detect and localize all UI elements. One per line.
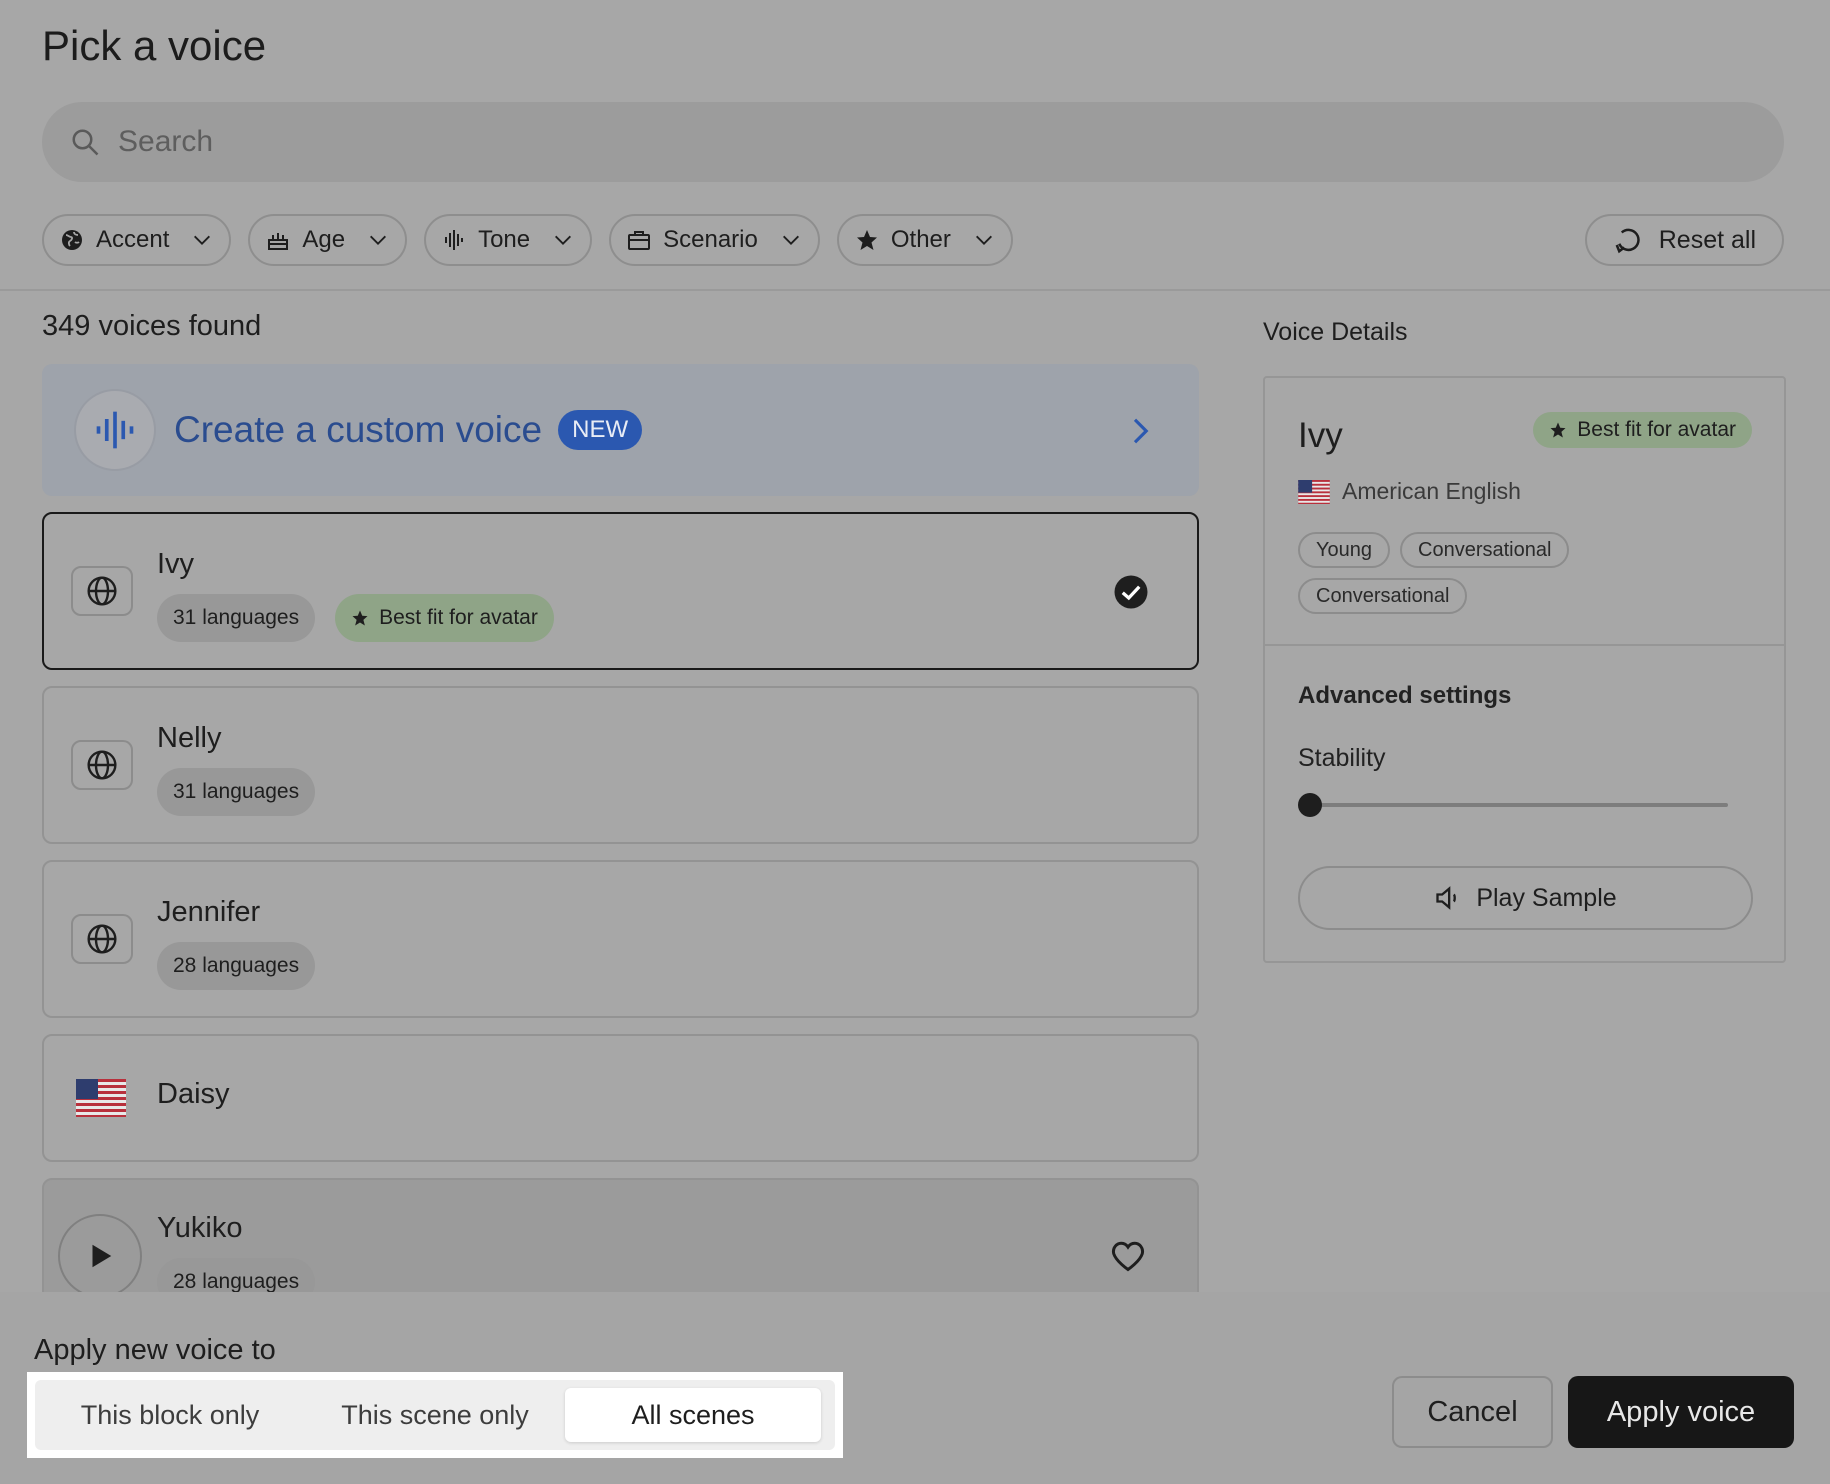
languages-badge: 28 languages: [157, 1258, 316, 1292]
apply-to-label: Apply new voice to: [34, 1334, 276, 1366]
star-icon: [856, 230, 877, 250]
voice-name: Daisy: [157, 1078, 230, 1110]
filter-scenario-label: Scenario: [663, 226, 758, 253]
chevron-right-icon: [1133, 418, 1149, 444]
chevron-down-icon: [975, 235, 992, 245]
detail-accent-label: American English: [1342, 478, 1521, 504]
slider-handle[interactable]: [1298, 793, 1322, 817]
dialog-title: Pick a voice: [42, 22, 267, 69]
play-sample-button[interactable]: Play Sample: [1298, 866, 1753, 930]
voice-details-title: Voice Details: [1263, 318, 1408, 346]
detail-voice-name: Ivy: [1298, 416, 1343, 455]
scope-selector-highlight: This block only This scene only All scen…: [27, 1372, 843, 1458]
check-circle-icon: [1114, 575, 1148, 609]
voice-list[interactable]: Create a custom voice NEW Ivy 31 languag…: [42, 364, 1199, 1292]
best-fit-badge: Best fit for avatar: [335, 594, 554, 642]
stability-label: Stability: [1298, 744, 1386, 772]
scope-option-block[interactable]: This block only: [35, 1388, 305, 1442]
voice-name: Nelly: [157, 722, 222, 754]
scope-selector: This block only This scene only All scen…: [35, 1380, 835, 1450]
languages-badge: 31 languages: [157, 768, 316, 816]
reset-icon: [1615, 228, 1640, 254]
filter-tone-label: Tone: [478, 226, 531, 253]
apply-voice-button[interactable]: Apply voice: [1568, 1376, 1794, 1448]
us-flag-icon: [76, 1079, 126, 1117]
star-icon: [352, 610, 368, 626]
scope-option-all-scenes[interactable]: All scenes: [565, 1388, 821, 1442]
detail-accent: American English: [1298, 478, 1521, 505]
heart-icon[interactable]: [1109, 1238, 1147, 1274]
play-button[interactable]: [58, 1214, 142, 1292]
globe-icon: [71, 740, 133, 790]
chevron-down-icon: [370, 235, 387, 245]
waveform-icon: [445, 230, 464, 250]
chevron-down-icon: [782, 235, 799, 245]
filter-other[interactable]: Other: [836, 214, 1013, 266]
voice-card-daisy[interactable]: Daisy: [42, 1034, 1199, 1162]
chevron-down-icon: [555, 235, 572, 245]
search-icon: [72, 129, 99, 156]
best-fit-badge: Best fit for avatar: [1533, 412, 1752, 448]
globe-icon: [71, 914, 133, 964]
filter-accent[interactable]: Accent: [42, 214, 232, 266]
languages-badge: 28 languages: [157, 942, 316, 990]
voice-name: Jennifer: [157, 896, 261, 928]
cancel-button[interactable]: Cancel: [1392, 1376, 1553, 1448]
cake-icon: [268, 233, 289, 250]
create-custom-voice-button[interactable]: Create a custom voice NEW: [42, 364, 1199, 496]
best-fit-label: Best fit for avatar: [1577, 418, 1736, 441]
slider-track[interactable]: [1308, 803, 1728, 807]
globe-icon: [62, 230, 82, 250]
voice-card-yukiko[interactable]: Yukiko 28 languages: [42, 1178, 1199, 1292]
voice-name: Ivy: [157, 548, 195, 580]
custom-voice-label: Create a custom voice: [174, 409, 543, 450]
globe-icon: [71, 566, 133, 616]
voice-card-jennifer[interactable]: Jennifer 28 languages: [42, 860, 1199, 1018]
filter-age-label: Age: [302, 226, 346, 253]
voice-details-panel: Ivy Best fit for avatar American English…: [1263, 376, 1786, 963]
detail-tag: Young: [1298, 532, 1390, 568]
search-bar[interactable]: [42, 102, 1784, 182]
detail-tag: Conversational: [1298, 578, 1468, 614]
voice-name: Yukiko: [157, 1212, 243, 1244]
detail-tags: Young Conversational Conversational: [1298, 532, 1738, 614]
dialog-footer: Apply new voice to This block only This …: [0, 1292, 1830, 1484]
search-input[interactable]: [118, 125, 1618, 159]
filter-accent-label: Accent: [96, 226, 170, 253]
stability-slider[interactable]: [1298, 790, 1728, 820]
detail-tag: Conversational: [1400, 532, 1570, 568]
play-icon: [92, 1244, 112, 1268]
filter-tone[interactable]: Tone: [424, 214, 593, 266]
chevron-down-icon: [194, 235, 211, 245]
voice-card-nelly[interactable]: Nelly 31 languages: [42, 686, 1199, 844]
waveform-icon: [74, 389, 156, 471]
voice-card-ivy[interactable]: Ivy 31 languages Best fit for avatar: [42, 512, 1199, 670]
filter-other-label: Other: [890, 226, 951, 253]
filter-scenario[interactable]: Scenario: [609, 214, 820, 266]
reset-all-label: Reset all: [1658, 225, 1756, 254]
best-fit-label: Best fit for avatar: [379, 606, 538, 629]
reset-all-button[interactable]: Reset all: [1584, 214, 1784, 266]
languages-badge: 31 languages: [157, 594, 316, 642]
star-icon: [1550, 422, 1566, 438]
scope-option-scene[interactable]: This scene only: [305, 1388, 565, 1442]
new-badge: NEW: [558, 410, 643, 450]
play-sample-label: Play Sample: [1476, 883, 1617, 912]
divider: [1265, 644, 1784, 646]
results-count: 349 voices found: [42, 310, 262, 342]
advanced-settings-title: Advanced settings: [1298, 682, 1512, 709]
filter-bar: Accent Age Tone Scenario Other: [42, 214, 1013, 266]
speaker-icon: [1436, 886, 1457, 910]
briefcase-icon: [628, 231, 651, 250]
filter-age[interactable]: Age: [248, 214, 408, 266]
us-flag-icon: [1298, 479, 1330, 504]
dialog-header: Pick a voice Accent Age Tone Scenario Ot…: [0, 0, 1830, 291]
